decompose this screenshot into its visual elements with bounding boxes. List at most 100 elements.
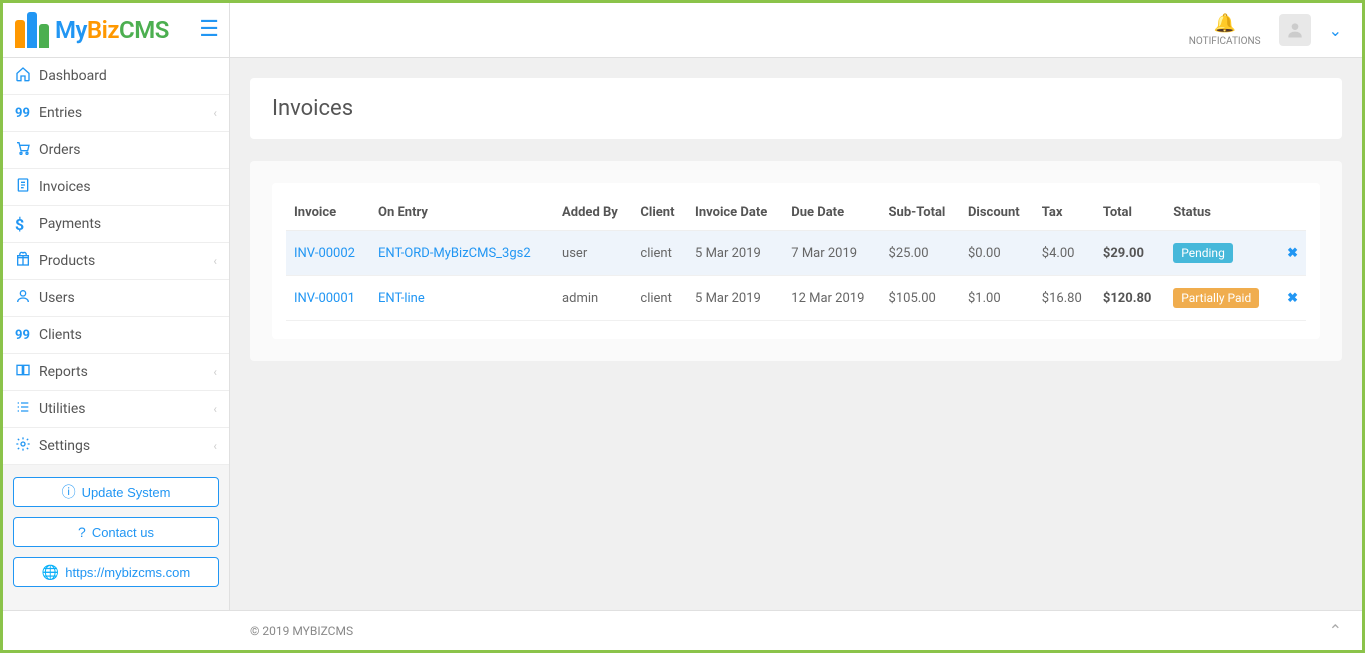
- column-header: Invoice: [286, 195, 370, 231]
- main-content: Invoices InvoiceOn EntryAdded ByClientIn…: [230, 58, 1362, 610]
- help-icon: ?: [78, 524, 86, 540]
- status-badge: Partially Paid: [1173, 288, 1259, 308]
- cell-added-by: admin: [554, 276, 632, 321]
- page-title: Invoices: [272, 96, 1320, 121]
- sidebar: Dashboard99Entries‹OrdersInvoices$Paymen…: [3, 58, 230, 610]
- cell-due-date: 7 Mar 2019: [783, 231, 880, 276]
- column-header: Total: [1095, 195, 1165, 231]
- update-system-button[interactable]: ⓘ Update System: [13, 477, 219, 507]
- sidebar-item-orders[interactable]: Orders: [3, 132, 229, 169]
- column-header: Sub-Total: [881, 195, 960, 231]
- sidebar-item-label: Products: [39, 253, 213, 269]
- cell-invoice-date: 5 Mar 2019: [687, 231, 783, 276]
- notifications-label: NOTIFICATIONS: [1189, 36, 1261, 47]
- cell-total: $120.80: [1095, 276, 1165, 321]
- page-title-card: Invoices: [250, 78, 1342, 139]
- status-badge: Pending: [1173, 243, 1233, 263]
- invoices-table: InvoiceOn EntryAdded ByClientInvoice Dat…: [286, 195, 1306, 321]
- scroll-top-icon[interactable]: ⌃: [1329, 621, 1342, 640]
- list-icon: [15, 399, 39, 419]
- cell-total: $29.00: [1095, 231, 1165, 276]
- gear-icon: [15, 436, 39, 456]
- cell-invoice-date: 5 Mar 2019: [687, 276, 783, 321]
- sidebar-item-invoices[interactable]: Invoices: [3, 169, 229, 206]
- invoice-icon: [15, 177, 39, 197]
- column-header: Tax: [1034, 195, 1095, 231]
- content-card: InvoiceOn EntryAdded ByClientInvoice Dat…: [250, 161, 1342, 361]
- contact-us-label: Contact us: [92, 525, 154, 540]
- footer-copyright: © 2019 MYBIZCMS: [250, 624, 353, 638]
- column-header: Discount: [960, 195, 1034, 231]
- column-header: [1277, 195, 1306, 231]
- sidebar-item-label: Clients: [39, 327, 217, 343]
- cell-subtotal: $105.00: [881, 276, 960, 321]
- cart-icon: [15, 140, 39, 160]
- invoices-table-wrap: InvoiceOn EntryAdded ByClientInvoice Dat…: [272, 183, 1320, 339]
- column-header: Invoice Date: [687, 195, 783, 231]
- invoice-link[interactable]: INV-00002: [294, 246, 355, 261]
- sidebar-item-label: Invoices: [39, 179, 217, 195]
- delete-icon[interactable]: ✖: [1287, 246, 1298, 261]
- column-header: On Entry: [370, 195, 554, 231]
- invoice-link[interactable]: INV-00001: [294, 291, 355, 306]
- cell-due-date: 12 Mar 2019: [783, 276, 880, 321]
- sidebar-item-reports[interactable]: Reports‹: [3, 354, 229, 391]
- sidebar-item-settings[interactable]: Settings‹: [3, 428, 229, 465]
- sidebar-item-payments[interactable]: $Payments: [3, 206, 229, 243]
- number-99-icon: 99: [15, 106, 39, 121]
- cell-discount: $1.00: [960, 276, 1034, 321]
- logo-text[interactable]: MyBizCMS: [55, 16, 169, 44]
- avatar[interactable]: [1279, 14, 1311, 46]
- sidebar-item-users[interactable]: Users: [3, 280, 229, 317]
- column-header: Added By: [554, 195, 632, 231]
- sidebar-toggle-icon[interactable]: ☰: [199, 17, 219, 42]
- cell-tax: $4.00: [1034, 231, 1095, 276]
- book-icon: [15, 362, 39, 382]
- sidebar-item-clients[interactable]: 99Clients: [3, 317, 229, 354]
- sidebar-item-label: Settings: [39, 438, 213, 454]
- chevron-left-icon: ‹: [213, 402, 217, 416]
- sidebar-item-label: Reports: [39, 364, 213, 380]
- cell-tax: $16.80: [1034, 276, 1095, 321]
- bell-icon: 🔔: [1189, 13, 1261, 34]
- chevron-left-icon: ‹: [213, 254, 217, 268]
- sidebar-item-label: Orders: [39, 142, 217, 158]
- chevron-left-icon: ‹: [213, 365, 217, 379]
- gift-icon: [15, 251, 39, 271]
- cell-client: client: [632, 276, 687, 321]
- sidebar-item-products[interactable]: Products‹: [3, 243, 229, 280]
- user-icon: [15, 288, 39, 308]
- sidebar-item-label: Utilities: [39, 401, 213, 417]
- logo-area: MyBizCMS ☰: [3, 3, 230, 58]
- sidebar-item-label: Dashboard: [39, 68, 217, 84]
- cell-added-by: user: [554, 231, 632, 276]
- info-icon: ⓘ: [62, 482, 76, 502]
- home-icon: [15, 66, 39, 86]
- footer: © 2019 MYBIZCMS ⌃: [3, 610, 1362, 650]
- notifications-button[interactable]: 🔔 NOTIFICATIONS: [1189, 13, 1261, 47]
- column-header: Status: [1165, 195, 1276, 231]
- entry-link[interactable]: ENT-line: [378, 291, 425, 306]
- delete-icon[interactable]: ✖: [1287, 291, 1298, 306]
- cell-client: client: [632, 231, 687, 276]
- site-link-button[interactable]: 🌐 https://mybizcms.com: [13, 557, 219, 587]
- logo-bars-icon: [15, 12, 49, 48]
- table-row: INV-00001 ENT-line adminclient5 Mar 201912…: [286, 276, 1306, 321]
- site-link-label: https://mybizcms.com: [65, 565, 190, 580]
- sidebar-item-dashboard[interactable]: Dashboard: [3, 58, 229, 95]
- entry-link[interactable]: ENT-ORD-MyBizCMS_3gs2: [378, 246, 531, 261]
- update-system-label: Update System: [82, 485, 171, 500]
- contact-us-button[interactable]: ? Contact us: [13, 517, 219, 547]
- sidebar-item-label: Payments: [39, 216, 217, 232]
- globe-icon: 🌐: [42, 564, 59, 581]
- number-99-icon: 99: [15, 328, 39, 343]
- chevron-left-icon: ‹: [213, 439, 217, 453]
- sidebar-item-utilities[interactable]: Utilities‹: [3, 391, 229, 428]
- sidebar-item-entries[interactable]: 99Entries‹: [3, 95, 229, 132]
- user-menu-chevron-icon[interactable]: ⌄: [1329, 21, 1342, 40]
- chevron-left-icon: ‹: [213, 106, 217, 120]
- table-row: INV-00002 ENT-ORD-MyBizCMS_3gs2 userclient…: [286, 231, 1306, 276]
- sidebar-item-label: Entries: [39, 105, 213, 121]
- dollar-icon: $: [15, 215, 39, 234]
- column-header: Client: [632, 195, 687, 231]
